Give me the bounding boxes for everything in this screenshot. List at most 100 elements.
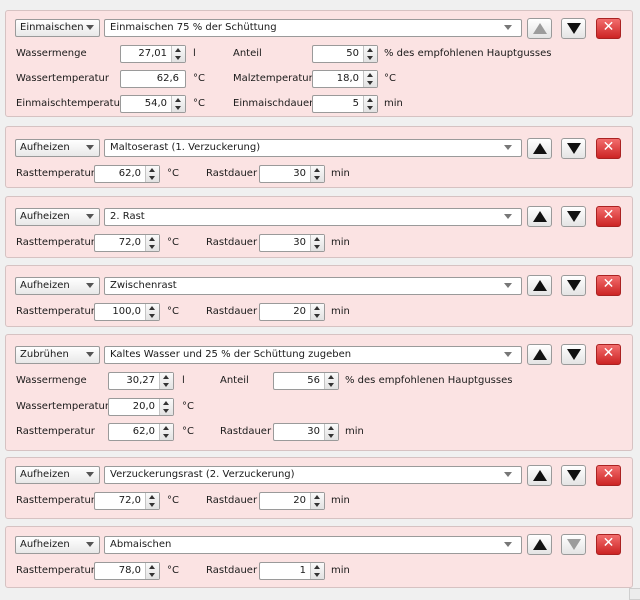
rasttemperatur-spinbox[interactable]: 78,0 bbox=[94, 562, 160, 580]
arrow-up-icon bbox=[533, 23, 547, 34]
move-up-button[interactable] bbox=[527, 275, 552, 296]
move-down-button[interactable] bbox=[561, 465, 586, 486]
spin-down-icon bbox=[149, 503, 155, 507]
rastdauer-spinbox[interactable]: 20 bbox=[259, 303, 325, 321]
arrow-down-icon bbox=[567, 280, 581, 291]
rasttemperatur-spinbox[interactable]: 62,0 bbox=[94, 165, 160, 183]
step-description-value: 2. Rast bbox=[110, 211, 145, 222]
step-type-value: Aufheizen bbox=[20, 280, 70, 291]
wassermenge-spinbox[interactable]: 27,01 bbox=[120, 45, 186, 63]
einmaischdauer-label: Einmaischdauer bbox=[233, 98, 314, 109]
spin-buttons[interactable] bbox=[310, 304, 324, 320]
rastdauer-spinbox[interactable]: 30 bbox=[273, 423, 339, 441]
move-up-button[interactable] bbox=[527, 344, 552, 365]
rasttemperatur-spinbox[interactable]: 72,0 bbox=[94, 492, 160, 510]
rasttemperatur-value: 100,0 bbox=[112, 306, 141, 317]
spin-buttons[interactable] bbox=[310, 166, 324, 182]
step-description-field[interactable]: Kaltes Wasser und 25 % der Schüttung zug… bbox=[104, 346, 522, 364]
spin-buttons[interactable] bbox=[159, 424, 173, 440]
step-type-dropdown[interactable]: Aufheizen bbox=[15, 208, 100, 226]
delete-step-button[interactable]: ✕ bbox=[596, 465, 621, 486]
spin-buttons[interactable] bbox=[363, 46, 377, 62]
move-up-button[interactable] bbox=[527, 138, 552, 159]
spin-buttons[interactable] bbox=[159, 373, 173, 389]
rastdauer-label: Rastdauer bbox=[206, 306, 258, 317]
spin-up-icon bbox=[314, 237, 320, 241]
spin-buttons[interactable] bbox=[159, 399, 173, 415]
step-description-field[interactable]: Verzuckerungsrast (2. Verzuckerung) bbox=[104, 466, 522, 484]
spin-buttons[interactable] bbox=[145, 166, 159, 182]
move-down-button[interactable] bbox=[561, 18, 586, 39]
rastdauer-label: Rastdauer bbox=[206, 565, 258, 576]
step-type-dropdown[interactable]: Aufheizen bbox=[15, 466, 100, 484]
chevron-down-icon bbox=[86, 472, 94, 477]
move-up-button[interactable] bbox=[527, 18, 552, 39]
delete-step-button[interactable]: ✕ bbox=[596, 138, 621, 159]
einmaischtemperatur-unit: °C bbox=[193, 98, 205, 109]
rasttemperatur-spinbox[interactable]: 100,0 bbox=[94, 303, 160, 321]
move-down-button[interactable] bbox=[561, 534, 586, 555]
mash-step-zubruehen: Zubrühen Kaltes Wasser und 25 % der Schü… bbox=[5, 334, 633, 451]
spin-buttons[interactable] bbox=[171, 46, 185, 62]
anteil-label: Anteil bbox=[220, 375, 249, 386]
step-type-dropdown[interactable]: Einmaischen bbox=[15, 19, 100, 37]
rasttemperatur-spinbox[interactable]: 62,0 bbox=[108, 423, 174, 441]
rastdauer-spinbox[interactable]: 20 bbox=[259, 492, 325, 510]
delete-step-button[interactable]: ✕ bbox=[596, 18, 621, 39]
wassermenge-spinbox[interactable]: 30,27 bbox=[108, 372, 174, 390]
anteil-spinbox[interactable]: 50 bbox=[312, 45, 378, 63]
einmaischtemperatur-spinbox[interactable]: 54,0 bbox=[120, 95, 186, 113]
spin-up-icon bbox=[314, 565, 320, 569]
wassertemperatur-spinbox[interactable]: 20,0 bbox=[108, 398, 174, 416]
einmaischdauer-spinbox[interactable]: 5 bbox=[312, 95, 378, 113]
rasttemperatur-spinbox[interactable]: 72,0 bbox=[94, 234, 160, 252]
delete-step-button[interactable]: ✕ bbox=[596, 275, 621, 296]
spin-buttons[interactable] bbox=[310, 563, 324, 579]
delete-step-button[interactable]: ✕ bbox=[596, 206, 621, 227]
move-down-button[interactable] bbox=[561, 206, 586, 227]
arrow-up-icon bbox=[533, 470, 547, 481]
delete-step-button[interactable]: ✕ bbox=[596, 344, 621, 365]
spin-buttons[interactable] bbox=[363, 71, 377, 87]
move-up-button[interactable] bbox=[527, 465, 552, 486]
spin-buttons[interactable] bbox=[324, 424, 338, 440]
move-up-button[interactable] bbox=[527, 534, 552, 555]
spin-buttons[interactable] bbox=[310, 235, 324, 251]
spin-buttons[interactable] bbox=[324, 373, 338, 389]
spin-buttons[interactable] bbox=[363, 96, 377, 112]
rasttemperatur-label: Rasttemperatur bbox=[16, 168, 95, 179]
spin-buttons[interactable] bbox=[145, 304, 159, 320]
spin-up-icon bbox=[367, 73, 373, 77]
spin-buttons[interactable] bbox=[171, 96, 185, 112]
spin-down-icon bbox=[328, 434, 334, 438]
rastdauer-spinbox[interactable]: 30 bbox=[259, 165, 325, 183]
spin-down-icon bbox=[175, 106, 181, 110]
rasttemperatur-value: 78,0 bbox=[118, 565, 141, 576]
delete-step-button[interactable]: ✕ bbox=[596, 534, 621, 555]
move-down-button[interactable] bbox=[561, 138, 586, 159]
rasttemperatur-label: Rasttemperatur bbox=[16, 495, 95, 506]
rastdauer-label: Rastdauer bbox=[206, 168, 258, 179]
step-type-dropdown[interactable]: Aufheizen bbox=[15, 536, 100, 554]
chevron-down-icon bbox=[504, 214, 512, 219]
move-down-button[interactable] bbox=[561, 275, 586, 296]
move-down-button[interactable] bbox=[561, 344, 586, 365]
einmaischdauer-unit: min bbox=[384, 98, 403, 109]
spin-buttons[interactable] bbox=[310, 493, 324, 509]
anteil-spinbox[interactable]: 56 bbox=[273, 372, 339, 390]
move-up-button[interactable] bbox=[527, 206, 552, 227]
step-description-field[interactable]: Abmaischen bbox=[104, 536, 522, 554]
spin-buttons[interactable] bbox=[145, 235, 159, 251]
step-description-field[interactable]: 2. Rast bbox=[104, 208, 522, 226]
rastdauer-spinbox[interactable]: 1 bbox=[259, 562, 325, 580]
spin-buttons[interactable] bbox=[145, 493, 159, 509]
step-description-field[interactable]: Maltoserast (1. Verzuckerung) bbox=[104, 139, 522, 157]
step-type-dropdown[interactable]: Aufheizen bbox=[15, 277, 100, 295]
spin-buttons[interactable] bbox=[145, 563, 159, 579]
malztemperatur-spinbox[interactable]: 18,0 bbox=[312, 70, 378, 88]
step-description-field[interactable]: Einmaischen 75 % der Schüttung bbox=[104, 19, 522, 37]
step-description-field[interactable]: Zwischenrast bbox=[104, 277, 522, 295]
rastdauer-spinbox[interactable]: 30 bbox=[259, 234, 325, 252]
step-type-dropdown[interactable]: Aufheizen bbox=[15, 139, 100, 157]
step-type-dropdown[interactable]: Zubrühen bbox=[15, 346, 100, 364]
